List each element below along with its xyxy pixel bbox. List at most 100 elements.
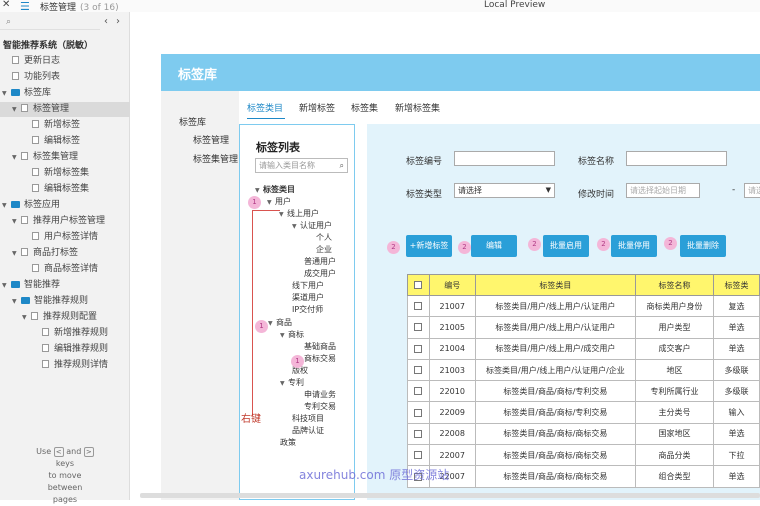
sidebar-item-rule-detail[interactable]: 推荐规则详情 xyxy=(42,358,108,373)
tree-node[interactable]: 政策 xyxy=(280,437,296,448)
page-icon xyxy=(21,152,28,160)
tree-node[interactable]: 商标交易 xyxy=(304,353,336,364)
tree-node[interactable]: 企业 xyxy=(316,244,332,255)
select-all-checkbox[interactable] xyxy=(414,281,423,289)
sidebar-item-user-tag-management[interactable]: ▼ 推荐用户标签管理 xyxy=(12,214,105,229)
sidebar-item-tagset-management[interactable]: ▼ 标签集管理 xyxy=(12,150,78,165)
sidebar-item-features[interactable]: 功能列表 xyxy=(12,70,60,85)
add-tag-button[interactable]: +新增标签 xyxy=(406,235,452,257)
tree-node[interactable]: 普通用户 xyxy=(304,256,336,267)
sidebar-folder-recommend-rules[interactable]: ▼ 智能推荐规则 xyxy=(12,294,88,309)
sidebar-folder-smart-recommend[interactable]: ▼ 智能推荐 xyxy=(2,278,60,293)
sidebar-item-tag-management[interactable]: ▼ 标签管理 xyxy=(0,102,130,117)
tree-node[interactable]: ▼ 商品 xyxy=(268,317,292,328)
page-nav-arrows[interactable]: ‹› xyxy=(104,16,128,27)
table-row[interactable]: 22007 标签类目/商品/商标/商标交易 商品分类 下拉 xyxy=(407,444,760,467)
table-row[interactable]: 22010 标签类目/商品/商标/专利交易 专利所属行业 多级联 xyxy=(407,380,760,403)
annotation-line xyxy=(252,210,253,416)
category-search-input[interactable]: 请输入类目名称 ⌕ xyxy=(255,158,348,173)
column-header: 标签类 xyxy=(712,274,760,296)
column-header: 标签类目 xyxy=(474,274,636,296)
close-icon[interactable]: ✕ xyxy=(2,0,10,10)
sidebar-item-changelog[interactable]: 更新日志 xyxy=(12,54,60,69)
batch-delete-button[interactable]: 批量删除 xyxy=(680,235,726,257)
tree-node[interactable]: 申请业务 xyxy=(304,389,336,400)
sidebar-item-edit-rule[interactable]: 编辑推荐规则 xyxy=(42,342,108,357)
sidebar-item-edit-tagset[interactable]: 编辑标签集 xyxy=(32,182,89,197)
tab-tagset[interactable]: 标签集 xyxy=(351,101,378,114)
sidebar-item-user-tag-detail[interactable]: 用户标签详情 xyxy=(32,230,98,245)
tree-node[interactable]: 个人 xyxy=(316,232,332,243)
sidebar-item-product-tagging[interactable]: ▼ 商品打标签 xyxy=(12,246,78,261)
tree-node[interactable]: ▼ 商标 xyxy=(280,329,304,340)
table-row[interactable]: 21007 标签类目/用户/线上用户/认证用户 商标类用户身份 复选 xyxy=(407,294,760,318)
row-checkbox[interactable] xyxy=(414,302,423,311)
sidebar-folder-tag-library[interactable]: ▼ 标签库 xyxy=(2,86,51,101)
row-checkbox[interactable] xyxy=(414,429,423,438)
panel-title: 标签列表 xyxy=(256,141,300,154)
edit-button[interactable]: 编辑 xyxy=(471,235,517,257)
tree-node[interactable]: 线下用户 xyxy=(292,280,324,291)
table-row[interactable]: 22007 标签类目/商品/商标/商标交易 组合类型 单选 xyxy=(407,465,760,488)
sidebar-item-add-tag[interactable]: 新增标签 xyxy=(32,118,80,133)
caret-down-icon: ▼ xyxy=(2,90,7,97)
tag-type-select[interactable]: 请选择 ▼ xyxy=(454,183,555,198)
tree-node[interactable]: ▼ 认证用户 xyxy=(292,220,332,231)
row-checkbox[interactable] xyxy=(414,387,423,396)
left-nav-tagset-management[interactable]: 标签集管理 xyxy=(193,152,238,165)
table-row[interactable]: 22008 标签类目/商品/商标/商标交易 国家地区 单选 xyxy=(407,422,760,446)
left-nav-tag-library[interactable]: 标签库 xyxy=(179,115,206,128)
folder-icon xyxy=(11,201,20,208)
sidebar-folder-tag-application[interactable]: ▼ 标签应用 xyxy=(2,198,60,213)
tree-node[interactable]: 品牌认证 xyxy=(292,425,324,436)
end-date-input[interactable]: 请选 xyxy=(744,183,760,198)
left-nav-tag-management[interactable]: 标签管理 xyxy=(193,133,229,146)
tree-node[interactable]: ▼ 线上用户 xyxy=(279,208,319,219)
table-row[interactable]: 21003 标签类目/用户/线上用户/认证用户/企业 地区 多级联 xyxy=(407,358,760,382)
tree-node[interactable]: 科技项目 xyxy=(292,413,324,424)
caret-down-icon: ▼ xyxy=(292,223,297,230)
sidebar-item-add-rule[interactable]: 新增推荐规则 xyxy=(42,326,108,341)
sidebar-item-add-tagset[interactable]: 新增标签集 xyxy=(32,166,89,181)
sidebar-item-rule-config[interactable]: ▼ 推荐规则配置 xyxy=(22,310,97,325)
page-icon xyxy=(32,120,39,128)
table-row[interactable]: 21005 标签类目/用户/线上用户/认证用户 用户类型 单选 xyxy=(407,316,760,339)
tree-node[interactable]: IP交付师 xyxy=(292,304,323,315)
sidebar-search[interactable]: ⌕ xyxy=(0,16,100,30)
caret-down-icon: ▼ xyxy=(2,282,7,289)
batch-disable-button[interactable]: 批量停用 xyxy=(611,235,657,257)
tab-tag-category[interactable]: 标签类目 xyxy=(247,101,283,114)
row-checkbox[interactable] xyxy=(414,408,423,417)
tag-name-label: 标签名称 xyxy=(578,157,615,167)
tag-no-input[interactable] xyxy=(454,151,555,166)
tag-name-input[interactable] xyxy=(626,151,727,166)
tree-node[interactable]: 渠道用户 xyxy=(292,292,324,303)
row-checkbox[interactable] xyxy=(414,344,423,353)
caret-down-icon: ▼ xyxy=(12,298,17,305)
chevron-down-icon: ▼ xyxy=(545,186,551,194)
tree-node[interactable]: 基础商品 xyxy=(304,341,336,352)
left-key-icon: < xyxy=(53,446,64,457)
tab-add-tag[interactable]: 新增标签 xyxy=(299,101,335,114)
row-checkbox[interactable] xyxy=(414,323,423,332)
batch-enable-button[interactable]: 批量启用 xyxy=(543,235,589,257)
horizontal-scrollbar[interactable] xyxy=(140,493,760,498)
tree-node[interactable]: 专利交易 xyxy=(304,401,336,412)
table-row[interactable]: 21004 标签类目/用户/线上用户/成交用户 成交客户 单选 xyxy=(407,337,760,360)
page-icon xyxy=(42,328,49,336)
table-row[interactable]: 22009 标签类目/商品/商标/专利交易 主分类号 输入 xyxy=(407,401,760,424)
tree-node-root[interactable]: ▼ 标签类目 xyxy=(255,184,295,195)
sidebar-item-edit-tag[interactable]: 编辑标签 xyxy=(32,134,80,149)
tab-add-tagset[interactable]: 新增标签集 xyxy=(395,101,440,114)
row-checkbox[interactable] xyxy=(414,451,423,460)
date-separator: - xyxy=(732,185,736,195)
page-icon xyxy=(32,184,39,192)
page-icon xyxy=(31,312,38,320)
start-date-input[interactable]: 请选择起始日期 xyxy=(626,183,700,198)
select-all-cell[interactable] xyxy=(407,274,430,296)
tree-node[interactable]: ▼ 专利 xyxy=(280,377,304,388)
tree-node[interactable]: 成交用户 xyxy=(304,268,336,279)
tree-node[interactable]: ▼ 用户 xyxy=(267,196,291,207)
sidebar-item-product-tag-detail[interactable]: 商品标签详情 xyxy=(32,262,98,277)
row-checkbox[interactable] xyxy=(414,366,423,375)
